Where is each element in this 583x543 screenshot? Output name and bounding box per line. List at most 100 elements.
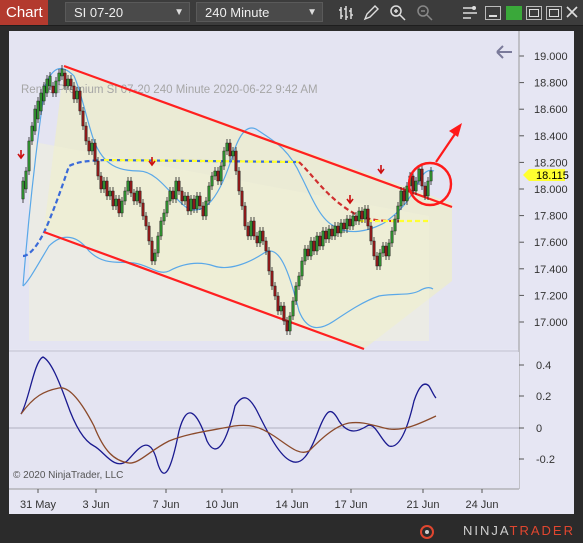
candle-body — [285, 320, 289, 332]
candle-body — [126, 180, 130, 192]
candle-body — [366, 208, 370, 227]
date-tick-label: 24 Jun — [465, 499, 498, 511]
candle-body — [102, 180, 106, 190]
indicator-tick-label: 0.2 — [536, 391, 551, 403]
candle-body — [90, 142, 94, 152]
candle-body — [84, 125, 88, 142]
candle-body — [45, 78, 49, 94]
indicator-pane[interactable] — [9, 352, 519, 489]
candle-body — [75, 90, 79, 100]
candle-body — [87, 140, 91, 152]
candle-body — [81, 110, 85, 127]
candle-body — [321, 230, 325, 247]
candle-body — [171, 190, 175, 200]
chart-tab[interactable]: Chart — [0, 0, 48, 25]
candle-body — [288, 315, 292, 332]
candle-body — [417, 168, 421, 182]
candle-body — [318, 235, 322, 247]
candle-body — [153, 252, 157, 262]
candle-body — [393, 218, 397, 232]
candle-body — [384, 245, 388, 257]
instrument-value: SI 07-20 — [74, 5, 124, 20]
candle-body — [267, 250, 271, 272]
candle-body — [222, 150, 226, 167]
price-tick-label: 18.800 — [534, 78, 568, 90]
chevron-down-icon: ▼ — [307, 7, 317, 18]
candle-body — [315, 235, 319, 252]
minimize-window-button[interactable] — [485, 6, 501, 20]
candle-body — [141, 202, 145, 217]
candle-body — [135, 190, 139, 202]
candle-body — [72, 85, 76, 100]
date-tick-label: 3 Jun — [83, 499, 110, 511]
date-axis[interactable]: 31 May 3 Jun 7 Jun 10 Jun 14 Jun 17 Jun 21 Jun… — [9, 488, 519, 511]
candle-body — [333, 225, 337, 237]
close-icon[interactable] — [565, 5, 579, 19]
candle-body — [165, 200, 169, 214]
candle-body — [69, 78, 73, 87]
brand-ninja: NINJA — [462, 523, 510, 538]
candle-body — [348, 218, 352, 227]
maximize-window-button[interactable] — [546, 6, 562, 20]
candle-body — [207, 185, 211, 202]
price-tick-label: 17.400 — [534, 264, 568, 276]
price-tick-label: 18.400 — [534, 131, 568, 143]
candle-body — [372, 240, 376, 257]
price-axis[interactable]: 19.000 18.800 18.600 18.400 18.200 18.000 17.8… — [518, 31, 568, 489]
indicator-tick-label: 0 — [536, 423, 542, 435]
zoom-in-icon[interactable] — [389, 4, 407, 22]
candle-body — [111, 190, 115, 207]
candle-body — [30, 125, 34, 142]
drawing-tool-icon[interactable] — [362, 4, 380, 22]
price-tick-label: 17.800 — [534, 211, 568, 223]
candle-body — [426, 180, 430, 197]
chart-panel[interactable]: Renko Premium SI 07-20 240 Minute 2020-0… — [9, 31, 574, 514]
interval-selector[interactable]: 240 Minute ▼ — [196, 2, 323, 22]
candle-body — [42, 85, 46, 102]
candle-body — [273, 285, 277, 297]
candle-body — [96, 160, 100, 177]
candle-body — [108, 190, 112, 197]
candle-body — [243, 205, 247, 227]
candle-body — [309, 240, 313, 257]
candle-body — [312, 240, 316, 252]
date-tick-label: 21 Jun — [406, 499, 439, 511]
maximize-icon — [549, 9, 559, 17]
brand-trader: TRADER — [509, 523, 575, 538]
candle-body — [39, 92, 43, 112]
candle-body — [252, 220, 256, 237]
copyright-text: © 2020 NinjaTrader, LLC — [13, 470, 123, 481]
candle-body — [132, 192, 136, 202]
candle-body — [258, 230, 262, 244]
candle-body — [324, 230, 328, 240]
properties-icon[interactable] — [461, 4, 479, 22]
candle-body — [399, 190, 403, 207]
candle-body — [195, 195, 199, 210]
candle-body — [36, 100, 40, 120]
bar-style-icon[interactable] — [337, 4, 355, 22]
candle-body — [306, 248, 310, 257]
link-color-button[interactable] — [506, 6, 522, 20]
restore-window-button[interactable] — [526, 6, 542, 20]
candle-body — [177, 180, 181, 192]
date-tick-label: 10 Jun — [205, 499, 238, 511]
candle-body — [327, 228, 331, 240]
ninjatrader-logo-icon — [420, 525, 434, 539]
candle-body — [189, 198, 193, 212]
candle-body — [129, 180, 133, 194]
candle-body — [381, 245, 385, 254]
instrument-selector[interactable]: SI 07-20 ▼ — [65, 2, 190, 22]
candle-body — [150, 240, 154, 262]
candle-body — [420, 168, 424, 187]
indicator-axis[interactable]: 0.4 0.2 0 -0.2 — [519, 360, 555, 466]
price-tick-label: 18.600 — [534, 104, 568, 116]
candle-body — [351, 215, 355, 227]
price-tick-label: 18.200 — [534, 157, 568, 169]
zoom-out-icon[interactable] — [416, 4, 434, 22]
chart-canvas[interactable]: Renko Premium SI 07-20 240 Minute 2020-0… — [9, 31, 574, 514]
candle-body — [210, 175, 214, 187]
candle-body — [246, 225, 250, 237]
candle-body — [360, 210, 364, 220]
indicator-tick-label: 0.4 — [536, 360, 551, 372]
price-tick-label: 19.000 — [534, 51, 568, 63]
